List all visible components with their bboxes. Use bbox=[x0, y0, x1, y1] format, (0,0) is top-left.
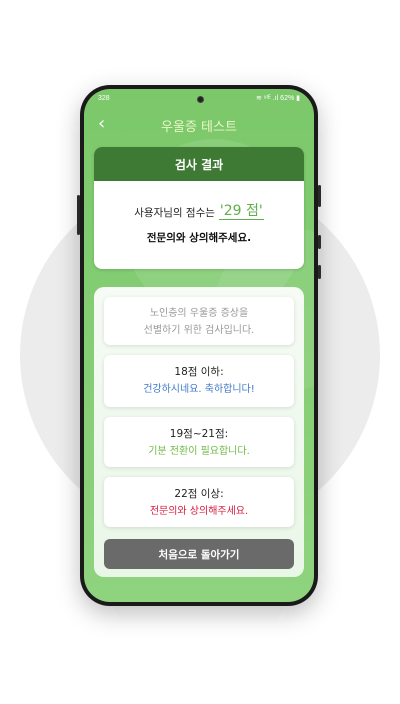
range-label: 18점 이하: bbox=[174, 366, 224, 378]
side-key bbox=[318, 235, 321, 249]
range-message: 건강하시네요. 축하합니다! bbox=[143, 384, 255, 395]
page-title: 우울증 테스트 bbox=[161, 119, 237, 135]
result-advice: 전문의와 상의해주세요. bbox=[146, 232, 252, 244]
volume-button bbox=[77, 195, 80, 235]
range-label: 19점~21점: bbox=[169, 428, 229, 440]
range-label: 22점 이상: bbox=[174, 488, 224, 500]
side-key bbox=[318, 265, 321, 279]
score-value: '29 점' bbox=[218, 203, 264, 220]
range-message: 기분 전환이 필요합니다. bbox=[148, 446, 250, 457]
range-card-high: 22점 이상: 전문의와 상의해주세요. bbox=[104, 477, 294, 527]
intro-card: 노인층의 우울증 증상을 선별하기 위한 검사입니다. bbox=[104, 297, 294, 345]
power-button bbox=[318, 185, 321, 207]
intro-line: 선별하기 위한 검사입니다. bbox=[143, 325, 255, 336]
result-heading: 검사 결과 bbox=[94, 147, 304, 181]
intro-line: 노인층의 우울증 증상을 bbox=[149, 308, 249, 319]
status-time: 328 bbox=[98, 94, 110, 102]
app-screen: 328 ≋ ᵘᵗᴱ .ıl 62% ▮ ‹ 우울증 테스트 검사 결과 사용자님… bbox=[84, 89, 314, 602]
phone-frame: 328 ≋ ᵘᵗᴱ .ıl 62% ▮ ‹ 우울증 테스트 검사 결과 사용자님… bbox=[77, 85, 321, 606]
score-line: 사용자님의 점수는 '29 점' bbox=[94, 203, 304, 220]
range-card-mid: 19점~21점: 기분 전환이 필요합니다. bbox=[104, 417, 294, 467]
score-prefix: 사용자님의 점수는 bbox=[134, 207, 215, 219]
camera-icon bbox=[197, 96, 204, 103]
app-header: ‹ 우울증 테스트 bbox=[84, 111, 314, 139]
back-icon[interactable]: ‹ bbox=[98, 115, 105, 133]
range-card-low: 18점 이하: 건강하시네요. 축하합니다! bbox=[104, 355, 294, 407]
restart-button[interactable]: 처음으로 돌아가기 bbox=[104, 539, 294, 569]
range-message: 전문의와 상의해주세요. bbox=[149, 506, 249, 517]
status-indicators: ≋ ᵘᵗᴱ .ıl 62% ▮ bbox=[255, 95, 300, 102]
result-card: 검사 결과 사용자님의 점수는 '29 점' 전문의와 상의해주세요. bbox=[94, 147, 304, 269]
info-panel: 노인층의 우울증 증상을 선별하기 위한 검사입니다. 18점 이하: 건강하시… bbox=[94, 287, 304, 577]
